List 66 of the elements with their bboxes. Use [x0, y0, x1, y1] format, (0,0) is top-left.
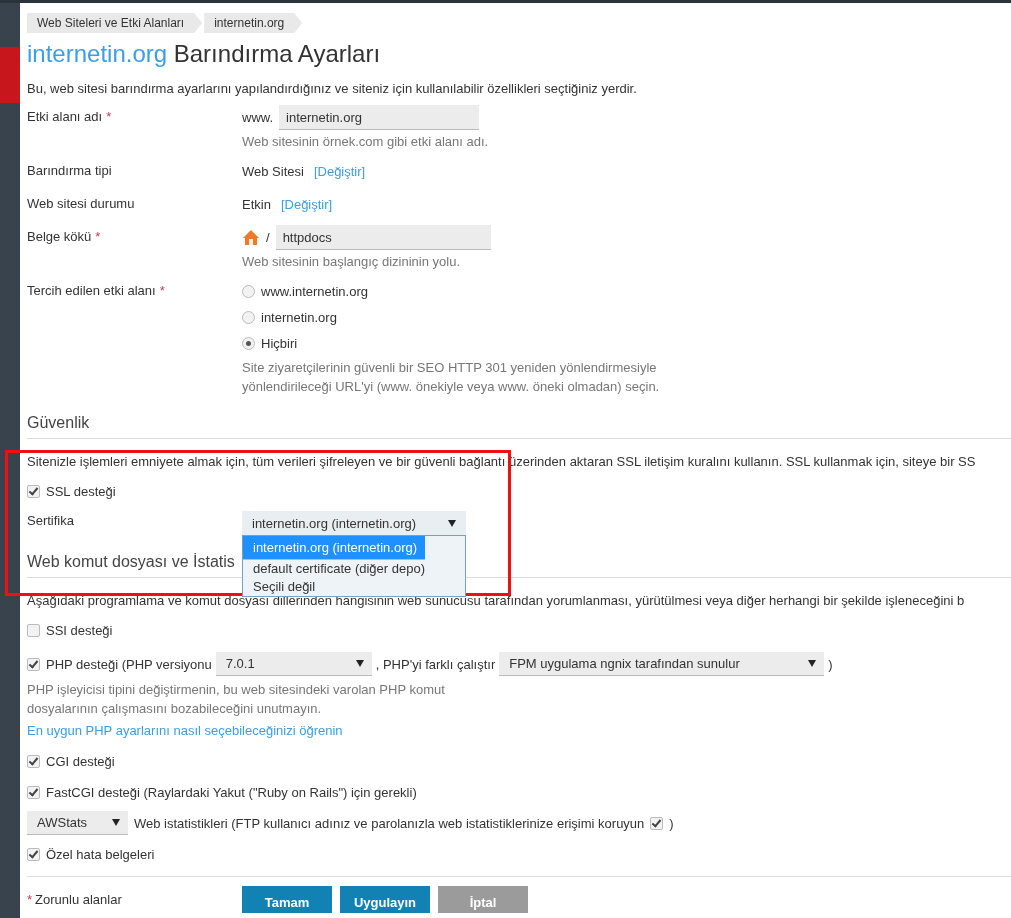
section-heading: Web komut dosyası ve İstatis	[27, 552, 235, 572]
field-label: Tercih edilen etki alanı	[27, 283, 156, 298]
checkbox[interactable]	[27, 657, 40, 671]
page-title: Barındırma Ayarları	[173, 40, 381, 67]
caret-icon	[808, 660, 817, 667]
prefix-text: www.	[242, 109, 274, 125]
dropdown-option[interactable]: default certificate (diğer depo)	[243, 560, 465, 578]
required-mark: *	[159, 283, 165, 298]
field-label: Etki alanı adı	[27, 109, 103, 124]
breadcrumb-link[interactable]: Web Siteleri ve Etki Alanları	[27, 13, 203, 33]
closing-paren: )	[669, 815, 674, 831]
php-version-select[interactable]: 7.0.1	[215, 652, 372, 676]
value-text: Etkin	[242, 196, 271, 212]
checkbox[interactable]	[27, 785, 40, 799]
checkbox[interactable]	[27, 623, 40, 637]
checkbox-label: FastCGI desteği (Raylardaki Yakut ("Ruby on Rails") için gerekli)	[46, 784, 417, 800]
checkbox-label: SSL desteği	[46, 483, 116, 499]
required-note: Zorunlu alanlar	[35, 892, 122, 907]
section-heading: Güvenlik	[27, 413, 90, 433]
checkbox-label: CGI desteği	[46, 753, 115, 769]
caret-icon	[355, 660, 364, 667]
field-label: Barındırma tipi	[27, 163, 112, 178]
path-separator: /	[266, 229, 270, 245]
domain-input-field[interactable]: internetin.org	[279, 104, 480, 130]
page-title-domain: internetin.org	[27, 40, 168, 67]
radio-label: Hiçbiri	[261, 335, 298, 351]
form-button[interactable]: Uygulayın	[340, 886, 430, 913]
closing-paren: )	[828, 656, 833, 672]
section-description: Sitenizle işlemleri emniyete almak için, tüm verileri şifreleyen ve bir güvenli bağlantı üzerinden aktaran SSL iletişim kuralını kullanın. SSL kullanmak için, siteye bir SS	[27, 454, 977, 470]
radio-label: internetin.org	[261, 309, 337, 325]
radio-button[interactable]	[242, 310, 255, 324]
php-handler-select[interactable]: FPM uygulama ngnix tarafından sunulur	[499, 652, 825, 676]
checkbox[interactable]	[27, 847, 40, 861]
field-label: Web sitesi durumu	[27, 196, 135, 211]
stats-label: Web istatistikleri (FTP kullanıcı adınız ve parolanızla web istatistiklerinize erişimi koruyun	[134, 815, 645, 831]
radio-button[interactable]	[242, 336, 255, 350]
value-text: Web Sitesi	[242, 163, 304, 179]
required-mark: *	[27, 892, 33, 907]
dropdown-option[interactable]: Seçili değil	[243, 578, 465, 596]
hint-text: PHP işleyicisi tipini değiştirmenin, bu web sitesindeki varolan PHP komut dosyalarının çalışmasını bozabileceğini unutmayın.	[27, 681, 446, 718]
form-button[interactable]: Tamam	[242, 886, 332, 913]
hint-text: Site ziyaretçilerinin güvenli bir SEO HTTP 301 yeniden yönlendirmesiyle yönlendirileceği URL'yi (www. önekiyle veya www. öneki olmadan) seçin.	[242, 359, 661, 396]
path-input-field[interactable]: httpdocs	[275, 224, 491, 250]
field-label: Belge kökü	[27, 229, 92, 244]
breadcrumb-link[interactable]: internetin.org	[204, 13, 303, 33]
field-label: Sertifika	[27, 513, 74, 528]
hint-text: Web sitesinin başlangıç dizininin yolu.	[242, 253, 461, 271]
caret-icon	[112, 819, 120, 826]
radio-label: www.internetin.org	[261, 283, 368, 299]
checkbox-label: Özel hata belgeleri	[46, 846, 155, 862]
checkbox[interactable]	[27, 484, 40, 498]
certificate-dropdown[interactable]: internetin.org (internetin.org)	[242, 511, 466, 535]
checkbox[interactable]	[27, 754, 40, 768]
section-description: Aşağıdaki programlama ve komut dosyası dillerinden hangisinin web sunucusu tarafından yorumlanması, yürütülmesi veya diğer herhangi bir şekilde işleneceğini b	[27, 593, 966, 609]
run-as-label: , PHP'yi farklı çalıştır	[375, 656, 496, 672]
stats-select[interactable]: AWStats	[27, 811, 128, 835]
home-icon	[242, 228, 260, 246]
radio-button[interactable]	[242, 284, 255, 298]
hint-text: Web sitesinin örnek.com gibi etki alanı adı.	[242, 133, 490, 151]
checkbox[interactable]	[650, 816, 664, 830]
required-mark: *	[106, 109, 112, 124]
intro-text: Bu, web sitesi barındırma ayarlarını yapılandırdığınız ve siteniz için kullanılabilir özellikleri seçtiğiniz yerdir.	[27, 81, 638, 97]
checkbox-label: PHP desteği (PHP versiyonu	[46, 656, 212, 672]
required-mark: *	[95, 229, 101, 244]
caret-icon	[448, 519, 456, 527]
checkbox-label: SSI desteği	[46, 622, 113, 638]
